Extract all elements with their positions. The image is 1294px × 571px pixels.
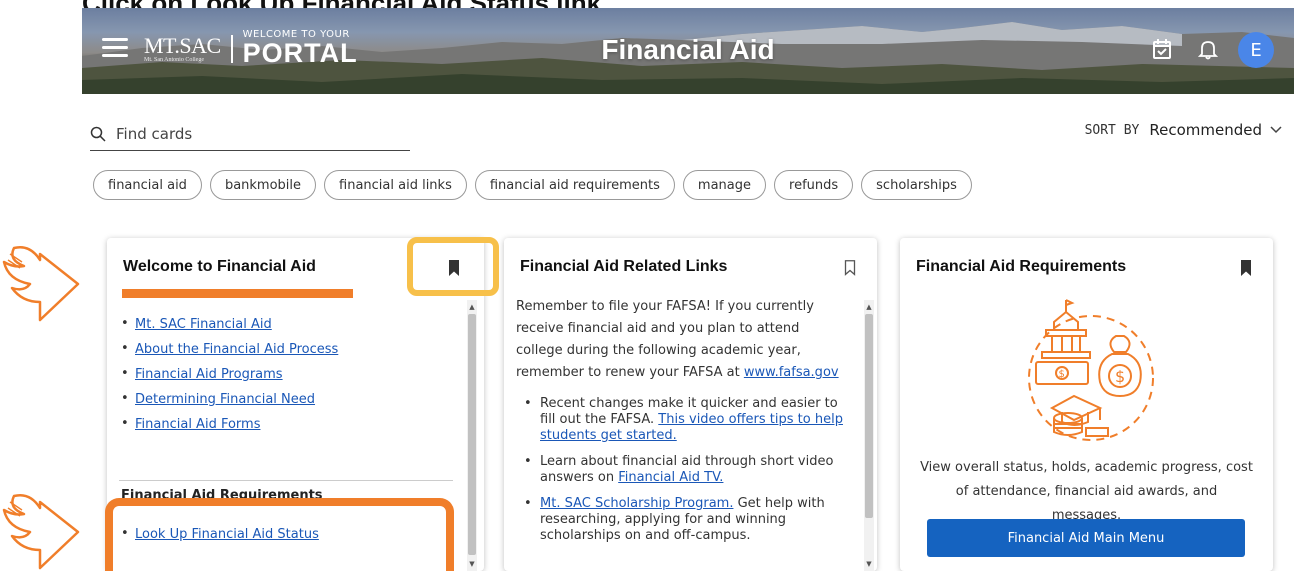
divider [119, 480, 453, 481]
chip-scholarships[interactable]: scholarships [861, 170, 972, 200]
sort-label: SORT BY [1084, 122, 1140, 138]
sort-value: Recommended [1149, 121, 1262, 139]
portal-header: MT.SAC Mt. San Antonio College WELCOME T… [82, 8, 1294, 94]
bookmark-icon[interactable] [448, 260, 460, 276]
link-financial-aid-tv[interactable]: Financial Aid TV. [618, 470, 723, 485]
card-financial-aid-requirements: Financial Aid Requirements $ $ View over… [900, 238, 1273, 571]
chip-financial-aid-links[interactable]: financial aid links [324, 170, 467, 200]
scrollbar[interactable]: ▲ ▼ [864, 300, 874, 571]
card-title: Financial Aid Related Links [520, 258, 728, 275]
chip-bankmobile[interactable]: bankmobile [209, 170, 317, 200]
link-scholarship-program[interactable]: Mt. SAC Scholarship Program. [540, 496, 733, 511]
card-title: Welcome to Financial Aid [123, 258, 316, 275]
card1-link-list: Mt. SAC Financial Aid About the Financia… [117, 316, 457, 442]
card-financial-aid-related-links: Financial Aid Related Links Remember to … [504, 238, 877, 571]
list-item: Recent changes make it quicker and easie… [516, 396, 850, 444]
link-fafsa[interactable]: www.fafsa.gov [744, 365, 839, 380]
scroll-up-arrow[interactable]: ▲ [864, 302, 874, 312]
list-item: About the Financial Aid Process [117, 341, 457, 357]
link-financial-aid-forms[interactable]: Financial Aid Forms [135, 417, 260, 432]
svg-text:$: $ [1115, 367, 1125, 386]
fafsa-paragraph: Remember to file your FAFSA! If you curr… [516, 296, 850, 384]
arrow-annotation [2, 494, 80, 570]
scroll-thumb[interactable] [468, 314, 476, 555]
card2-bullet-list: Recent changes make it quicker and easie… [516, 396, 850, 544]
card-title: Financial Aid Requirements [916, 258, 1127, 275]
list-item: Look Up Financial Aid Status [117, 526, 447, 542]
page-title: Financial Aid [601, 34, 775, 65]
search-input[interactable] [116, 125, 396, 143]
card3-description: View overall status, holds, academic pro… [920, 460, 1253, 523]
avatar[interactable]: E [1238, 32, 1274, 68]
list-item: Mt. SAC Financial Aid [117, 316, 457, 332]
svg-text:$: $ [1059, 369, 1065, 380]
chevron-down-icon [1270, 126, 1282, 134]
scroll-down-arrow[interactable]: ▼ [864, 559, 874, 569]
bookmark-outline-icon[interactable] [844, 260, 856, 276]
link-financial-aid-programs[interactable]: Financial Aid Programs [135, 367, 283, 382]
scroll-down-arrow[interactable]: ▼ [467, 559, 477, 569]
chip-financial-aid-requirements[interactable]: financial aid requirements [474, 170, 675, 200]
calendar-check-icon[interactable] [1152, 38, 1172, 60]
link-look-up-financial-aid-status[interactable]: Look Up Financial Aid Status [135, 527, 319, 542]
chip-refunds[interactable]: refunds [774, 170, 854, 200]
bookmark-icon[interactable] [1240, 260, 1252, 276]
financial-aid-illustration-icon: $ $ [1028, 299, 1154, 441]
link-determining-financial-need[interactable]: Determining Financial Need [135, 392, 315, 407]
link-mt-sac-financial-aid[interactable]: Mt. SAC Financial Aid [135, 317, 272, 332]
financial-aid-main-menu-button[interactable]: Financial Aid Main Menu [927, 519, 1245, 557]
list-item: Financial Aid Programs [117, 366, 457, 382]
section-title: Financial Aid Requirements [121, 488, 323, 503]
filter-chips: financial aid bankmobile financial aid l… [93, 170, 980, 200]
list-item: Determining Financial Need [117, 391, 457, 407]
page: Click on Look Up Financial Aid Status li… [0, 0, 1294, 571]
card1-section-list: Look Up Financial Aid Status [117, 526, 447, 552]
scrollbar[interactable]: ▲ ▼ [467, 300, 477, 571]
sort-control[interactable]: SORT BY Recommended [1085, 121, 1282, 139]
arrow-annotation [2, 246, 80, 322]
bell-icon[interactable] [1198, 38, 1218, 60]
scroll-up-arrow[interactable]: ▲ [467, 302, 477, 312]
chip-financial-aid[interactable]: financial aid [93, 170, 202, 200]
list-item: Financial Aid Forms [117, 416, 457, 432]
link-about-financial-aid-process[interactable]: About the Financial Aid Process [135, 342, 338, 357]
scroll-thumb[interactable] [865, 314, 873, 518]
list-item: Learn about financial aid through short … [516, 454, 850, 486]
list-item: Mt. SAC Scholarship Program. Get help wi… [516, 496, 850, 544]
card2-content: Remember to file your FAFSA! If you curr… [516, 296, 850, 554]
chip-manage[interactable]: manage [682, 170, 767, 200]
search-bar [90, 118, 410, 151]
search-icon [90, 126, 106, 142]
card-welcome-financial-aid: Welcome to Financial Aid Mt. SAC Financi… [107, 238, 484, 571]
